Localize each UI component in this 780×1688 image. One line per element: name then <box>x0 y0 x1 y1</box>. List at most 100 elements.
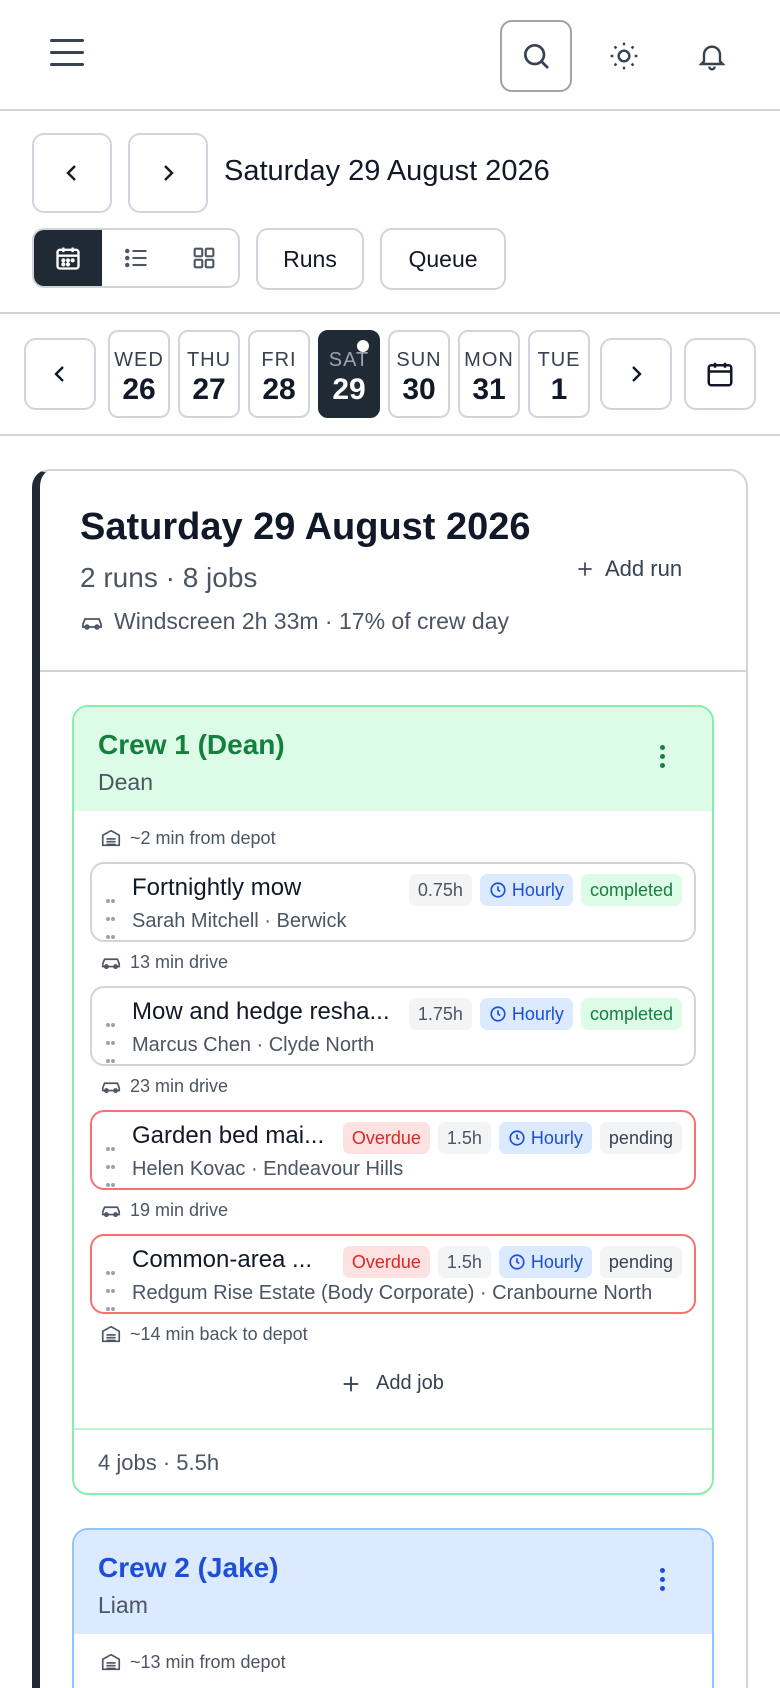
more-options-icon[interactable] <box>660 745 666 772</box>
job-title: Garden bed mai... <box>132 1122 325 1149</box>
search-icon <box>524 44 549 69</box>
depot-icon <box>101 1653 121 1671</box>
day-of-week: FRI <box>261 349 297 371</box>
crew-summary: 4 jobs · 5.5h <box>98 1450 220 1475</box>
windscreen-summary: Windscreen 2h 33m · 17% of crew day <box>80 608 509 635</box>
add-run-button[interactable]: Add run <box>575 556 682 582</box>
rate-label: Hourly <box>511 1003 564 1024</box>
rate-label: Hourly <box>511 879 564 900</box>
job-card-overdue[interactable]: Garden bed mai... Helen Kovac · Endeavou… <box>90 1110 696 1190</box>
overdue-badge: Overdue <box>342 1122 430 1154</box>
drag-handle-icon[interactable] <box>106 1264 118 1318</box>
rate-badge: Hourly <box>479 874 573 906</box>
previous-week-button[interactable] <box>24 338 96 410</box>
next-week-button[interactable] <box>600 338 672 410</box>
car-icon <box>101 1082 121 1094</box>
day-chip[interactable]: WED 26 <box>108 330 170 418</box>
job-client: Helen Kovac · Endeavour Hills <box>132 1158 404 1180</box>
job-card[interactable]: Mow and hedge resha... Marcus Chen · Cly… <box>90 986 696 1066</box>
status-badge: completed <box>580 874 682 906</box>
next-day-button[interactable] <box>128 133 208 213</box>
travel-segment: ~2 min from depot <box>100 827 276 849</box>
depot-icon <box>101 1325 121 1343</box>
rate-label: Hourly <box>530 1127 583 1148</box>
day-chip[interactable]: TUE 1 <box>528 330 590 418</box>
drag-handle-icon[interactable] <box>106 1016 118 1070</box>
day-chip[interactable]: MON 31 <box>458 330 520 418</box>
has-jobs-indicator <box>357 340 369 352</box>
sun-icon <box>610 42 638 70</box>
drag-handle-icon[interactable] <box>106 892 118 946</box>
hours-badge: 1.75h <box>408 998 472 1030</box>
crew-name: Crew 1 (Dean) <box>98 729 285 760</box>
grid-icon <box>193 247 215 269</box>
day-card-title: Saturday 29 August 2026 <box>80 506 531 548</box>
day-of-week: WED <box>114 349 164 371</box>
list-view-button[interactable] <box>102 230 170 286</box>
travel-text: ~2 min from depot <box>130 827 276 848</box>
day-number: 1 <box>550 373 568 406</box>
day-number: 26 <box>122 373 156 406</box>
theme-toggle-button[interactable] <box>604 36 644 76</box>
day-of-week: TUE <box>537 349 581 371</box>
hamburger-icon[interactable] <box>50 39 84 73</box>
plus-icon <box>578 562 592 576</box>
rate-label: Hourly <box>530 1251 583 1272</box>
travel-text: 19 min drive <box>130 1199 229 1220</box>
day-of-week: SUN <box>396 349 442 371</box>
job-card-overdue[interactable]: Common-area ... Redgum Rise Estate (Body… <box>90 1234 696 1314</box>
rate-badge: Hourly <box>498 1246 592 1278</box>
travel-text: ~13 min from depot <box>130 1651 286 1672</box>
overdue-badge: Overdue <box>342 1246 430 1278</box>
day-number: 30 <box>402 373 436 406</box>
calendar-view-button[interactable] <box>34 230 102 286</box>
crew-header: Crew 2 (Jake) Liam <box>74 1530 712 1634</box>
previous-day-button[interactable] <box>32 133 112 213</box>
add-job-button[interactable]: Add job <box>340 1372 444 1395</box>
day-of-week: MON <box>464 349 514 371</box>
date-navigation: Saturday 29 August 2026 Runs Queue <box>0 111 780 314</box>
crew-leader: Dean <box>98 769 153 795</box>
more-options-icon[interactable] <box>660 1568 666 1595</box>
chevron-left-icon <box>66 165 76 181</box>
day-of-week: THU <box>186 349 232 371</box>
week-strip: WED 26 THU 27 FRI 28 SAT 29 SUN 30 MON 3… <box>0 314 780 436</box>
job-badges: 1.75h Hourly completed <box>408 998 682 1030</box>
bell-icon <box>698 45 726 71</box>
plus-icon <box>343 1376 359 1391</box>
date-picker-button[interactable] <box>684 338 756 410</box>
clock-icon <box>490 882 506 898</box>
hours-badge: 1.5h <box>437 1246 491 1278</box>
clock-icon <box>490 1006 506 1022</box>
car-icon <box>101 958 121 970</box>
job-title: Fortnightly mow <box>132 874 302 901</box>
day-number: 27 <box>192 373 226 406</box>
chevron-left-icon <box>54 366 64 382</box>
calendar-icon <box>707 362 733 387</box>
day-chip[interactable]: FRI 28 <box>248 330 310 418</box>
day-number: 28 <box>262 373 296 406</box>
divider <box>74 1428 712 1430</box>
calendar-icon <box>56 247 80 270</box>
travel-text: 13 min drive <box>130 951 229 972</box>
drag-handle-icon[interactable] <box>106 1140 118 1194</box>
current-date-title: Saturday 29 August 2026 <box>224 155 550 187</box>
job-client: Marcus Chen · Clyde North <box>132 1034 375 1056</box>
queue-button[interactable]: Queue <box>380 228 506 290</box>
travel-segment: ~13 min from depot <box>100 1651 286 1673</box>
search-button[interactable] <box>500 20 572 92</box>
hours-badge: 0.75h <box>408 874 472 906</box>
day-chip-selected[interactable]: SAT 29 <box>318 330 380 418</box>
clock-icon <box>509 1130 525 1146</box>
travel-segment: 23 min drive <box>100 1075 228 1097</box>
day-chip[interactable]: THU 27 <box>178 330 240 418</box>
crew-name: Crew 2 (Jake) <box>98 1552 279 1583</box>
job-badges: Overdue 1.5h Hourly pending <box>342 1246 682 1278</box>
rate-badge: Hourly <box>498 1122 592 1154</box>
runs-button[interactable]: Runs <box>256 228 364 290</box>
travel-text: 23 min drive <box>130 1075 229 1096</box>
grid-view-button[interactable] <box>170 230 238 286</box>
job-card[interactable]: Fortnightly mow Sarah Mitchell · Berwick… <box>90 862 696 942</box>
notifications-button[interactable] <box>692 36 732 76</box>
day-chip[interactable]: SUN 30 <box>388 330 450 418</box>
